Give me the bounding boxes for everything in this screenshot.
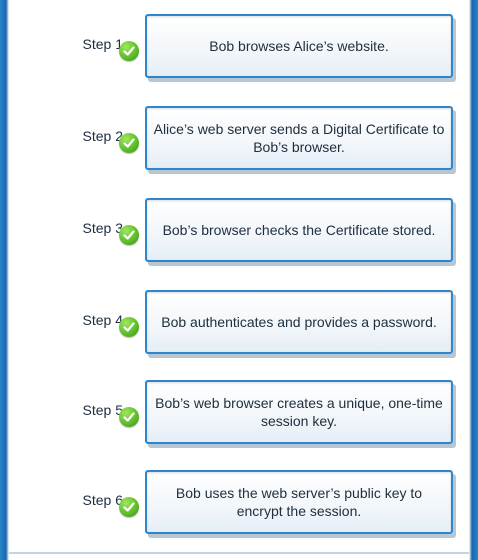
steps-panel: Step 1 Bob browses Alice’s website. Step…	[9, 0, 469, 554]
step-label: Step 3	[82, 220, 123, 236]
checkmark-icon	[119, 225, 139, 245]
step-row-3: Step 3 Bob’s browser checks the Certific…	[9, 198, 469, 270]
checkmark-icon	[119, 497, 139, 517]
step-box[interactable]: Bob’s browser checks the Certificate sto…	[145, 198, 453, 262]
step-row-5: Step 5 Bob’s web browser creates a uniqu…	[9, 380, 469, 452]
checkmark-icon	[119, 407, 139, 427]
step-box[interactable]: Bob’s web browser creates a unique, one-…	[145, 380, 453, 444]
step-box[interactable]: Bob uses the web server’s public key to …	[145, 470, 453, 534]
step-row-4: Step 4 Bob authenticates and provides a …	[9, 290, 469, 362]
step-label: Step 6	[82, 492, 123, 508]
step-row-2: Step 2 Alice’s web server sends a Digita…	[9, 106, 469, 178]
checkmark-icon	[119, 133, 139, 153]
step-box[interactable]: Bob authenticates and provides a passwor…	[145, 290, 453, 354]
step-label: Step 2	[82, 128, 123, 144]
step-label: Step 1	[82, 36, 123, 52]
step-box[interactable]: Alice’s web server sends a Digital Certi…	[145, 106, 453, 170]
step-row-6: Step 6 Bob uses the web server’s public …	[9, 470, 469, 542]
step-row-1: Step 1 Bob browses Alice’s website.	[9, 14, 469, 86]
step-box[interactable]: Bob browses Alice’s website.	[145, 14, 453, 78]
checkmark-icon	[119, 41, 139, 61]
step-label: Step 4	[82, 312, 123, 328]
step-label: Step 5	[82, 402, 123, 418]
checkmark-icon	[119, 317, 139, 337]
